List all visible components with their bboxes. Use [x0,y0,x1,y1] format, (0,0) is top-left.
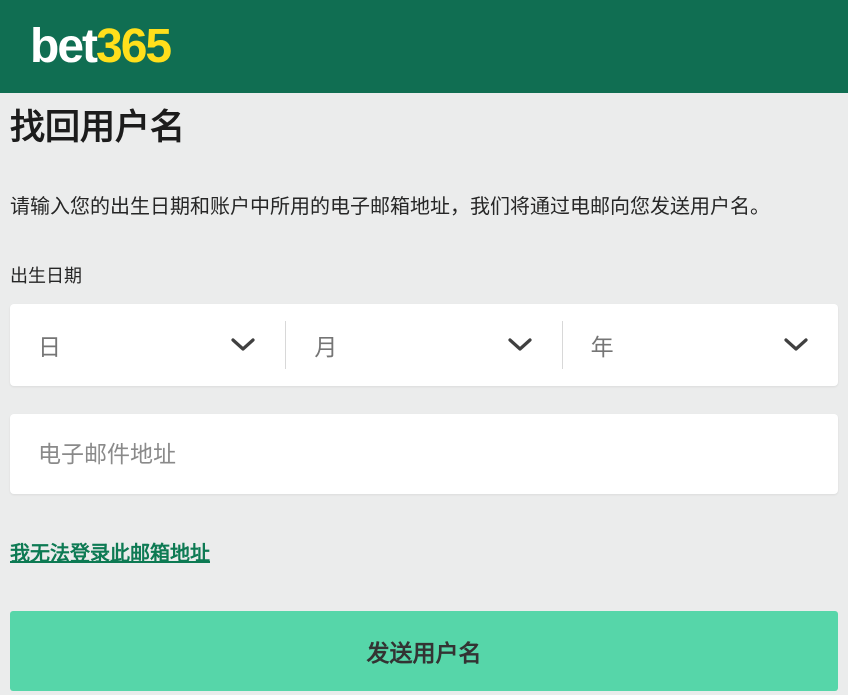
main-content: 找回用户名 请输入您的出生日期和账户中所用的电子邮箱地址，我们将通过电邮向您发送… [0,109,848,691]
app-header: bet365 [0,0,848,93]
day-select[interactable]: 日 [10,304,285,386]
page-title: 找回用户名 [10,109,838,147]
day-select-value: 日 [38,328,61,362]
cant-access-email-link[interactable]: 我无法登录此邮箱地址 [10,537,210,566]
chevron-down-icon [231,338,255,352]
bet365-logo[interactable]: bet365 [30,23,170,71]
month-select-value: 月 [314,328,337,362]
logo-text-bet: bet [30,20,96,73]
dob-select-group: 日 月 年 [10,304,838,386]
instruction-text: 请输入您的出生日期和账户中所用的电子邮箱地址，我们将通过电邮向您发送用户名。 [10,194,838,220]
email-input[interactable] [10,414,838,494]
year-select-value: 年 [591,328,614,362]
month-select[interactable]: 月 [286,304,561,386]
chevron-down-icon [508,338,532,352]
logo-text-365: 365 [96,20,170,73]
year-select[interactable]: 年 [563,304,838,386]
send-username-button[interactable]: 发送用户名 [10,611,838,691]
chevron-down-icon [784,338,808,352]
dob-label: 出生日期 [10,262,838,288]
